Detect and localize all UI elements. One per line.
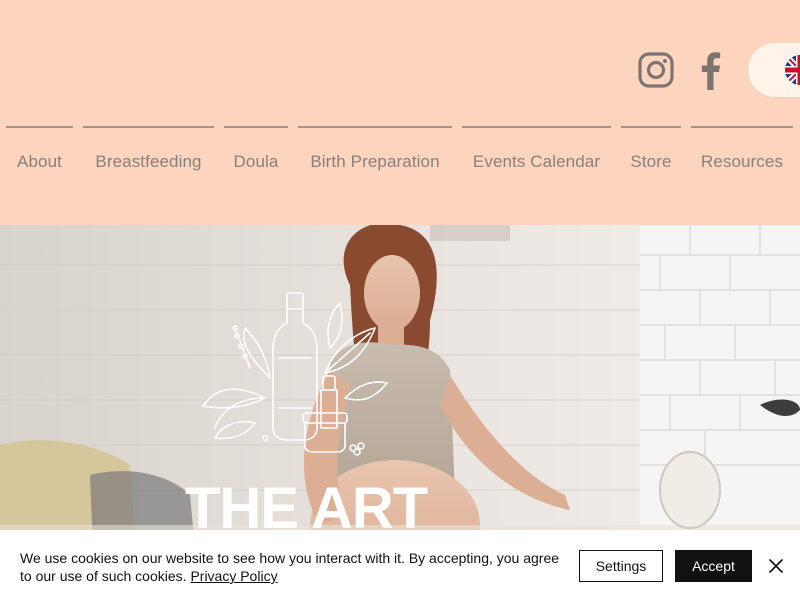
nav-item-about[interactable]: About <box>6 126 73 176</box>
nav-item-label: Resources <box>700 152 784 171</box>
nav-divider <box>83 126 214 128</box>
nav-divider <box>691 126 793 128</box>
close-icon[interactable] <box>766 556 786 576</box>
cookie-message-text: We use cookies on our website to see how… <box>20 550 560 584</box>
nav-item-resources[interactable]: Resources <box>691 126 793 176</box>
cookie-banner: We use cookies on our website to see how… <box>0 530 800 600</box>
nav-item-label: Store <box>630 152 672 171</box>
main-nav: About Breastfeeding Doula Birth Preparat… <box>0 126 800 176</box>
nav-item-label: About <box>17 152 62 171</box>
nav-item-label: Birth Preparation <box>310 152 440 171</box>
nav-item-events-calendar[interactable]: Events Calendar <box>462 126 611 176</box>
site-header: About Breastfeeding Doula Birth Preparat… <box>0 0 800 225</box>
nav-item-breastfeeding[interactable]: Breastfeeding <box>83 126 214 176</box>
settings-button[interactable]: Settings <box>579 550 663 582</box>
privacy-policy-link[interactable]: Privacy Policy <box>190 568 277 584</box>
nav-item-doula[interactable]: Doula <box>224 126 288 176</box>
nav-divider <box>462 126 611 128</box>
nav-divider <box>6 126 73 128</box>
nav-divider <box>224 126 288 128</box>
nav-item-label: Events Calendar <box>472 152 601 171</box>
nav-item-store[interactable]: Store <box>621 126 681 176</box>
language-selector[interactable] <box>748 43 800 97</box>
accept-button[interactable]: Accept <box>675 550 752 582</box>
instagram-icon[interactable] <box>637 51 675 89</box>
nav-item-birth-preparation[interactable]: Birth Preparation <box>298 126 452 176</box>
nav-item-label: Breastfeeding <box>95 152 202 171</box>
bottle-leaves-icon <box>202 292 388 456</box>
facebook-icon[interactable] <box>695 50 725 90</box>
cookie-message: We use cookies on our website to see how… <box>20 549 560 585</box>
uk-flag-icon <box>785 55 800 85</box>
nav-divider <box>298 126 452 128</box>
nav-item-label: Doula <box>233 152 279 171</box>
nav-divider <box>621 126 681 128</box>
